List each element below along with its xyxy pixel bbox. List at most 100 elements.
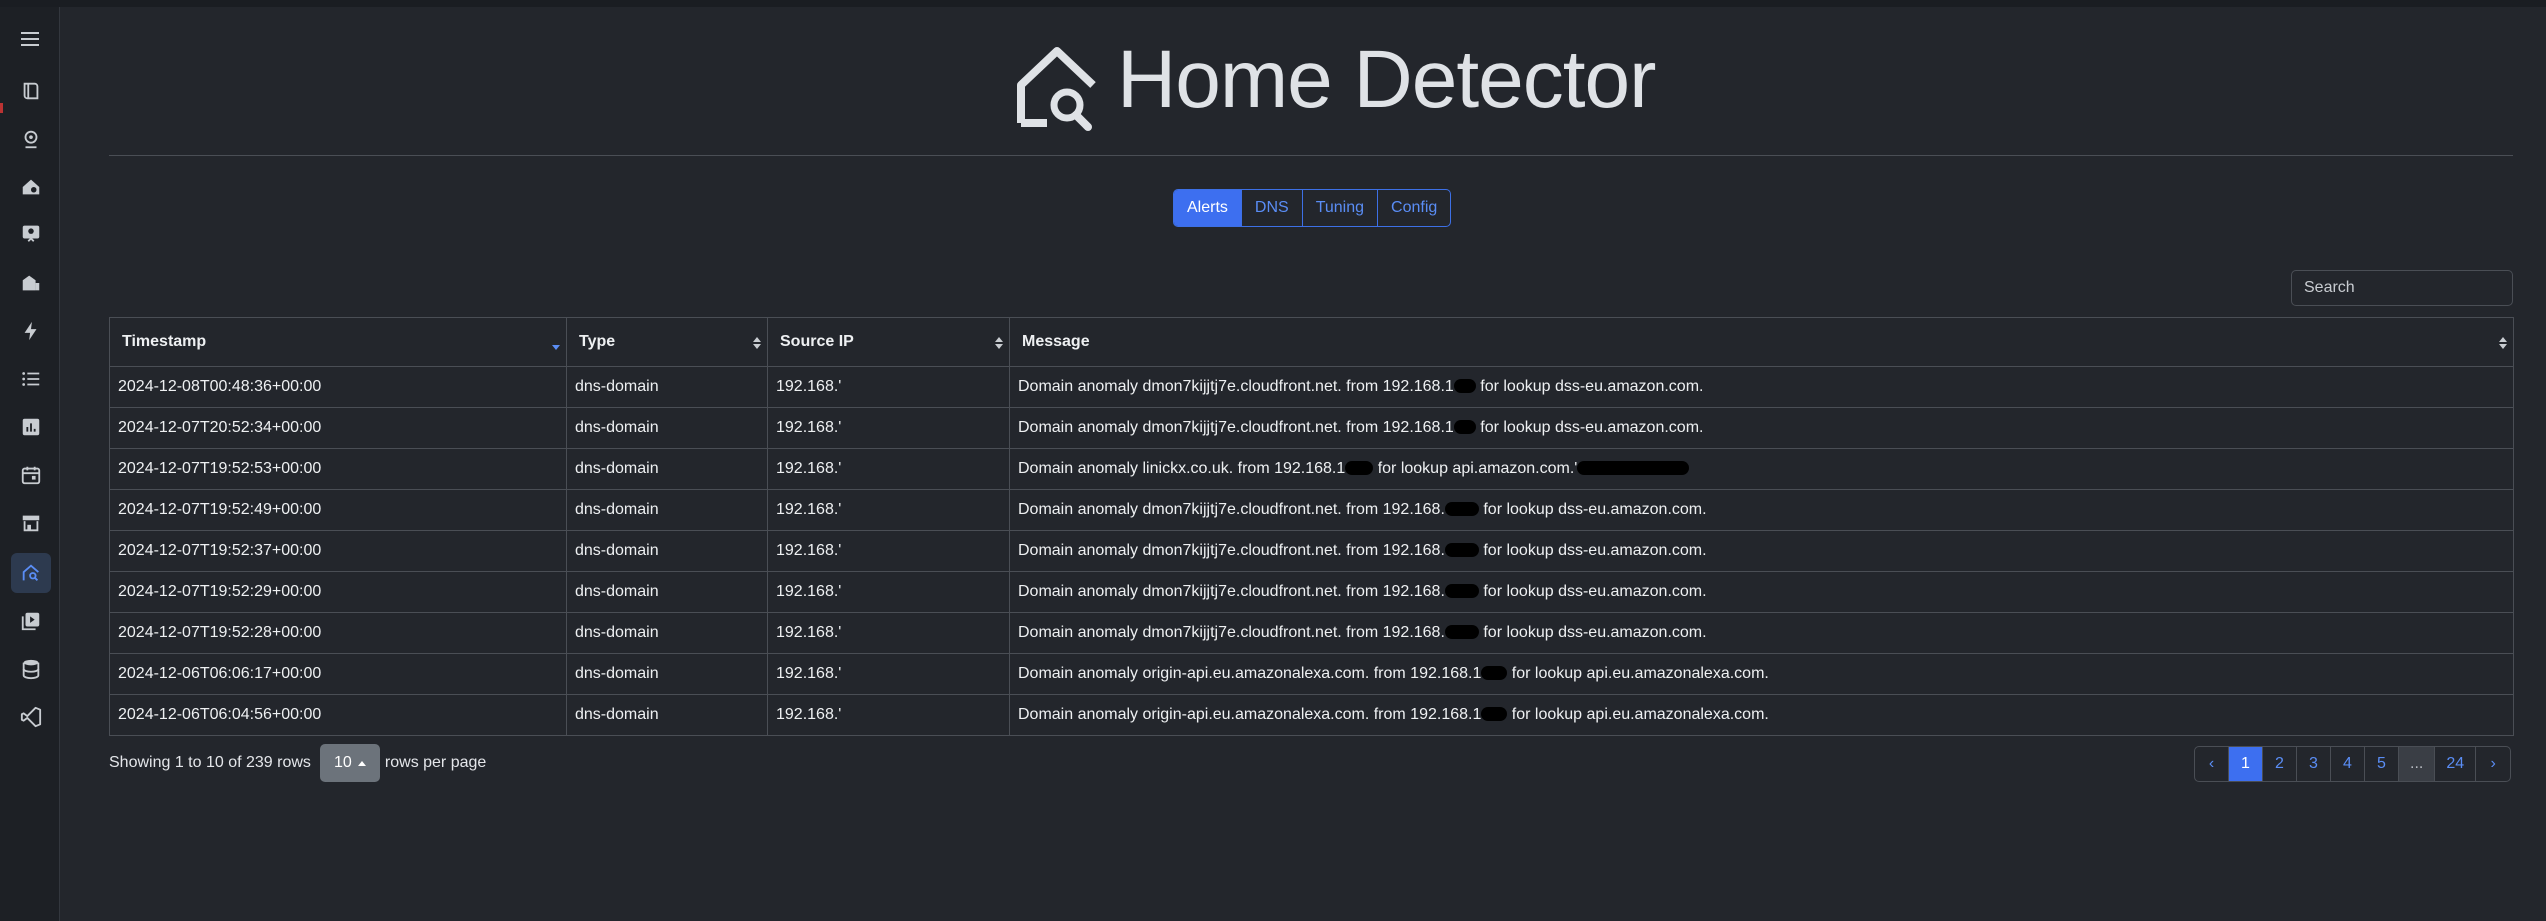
page-button-24[interactable]: 24 (2435, 747, 2477, 781)
lightning-icon (24, 321, 37, 341)
sidebar-item-store[interactable] (11, 503, 51, 543)
search-input[interactable] (2291, 270, 2513, 306)
table-row: 2024-12-07T20:52:34+00:00 dns-domain 192… (109, 407, 2514, 449)
tab-config[interactable]: Config (1378, 190, 1450, 226)
page-button-1[interactable]: 1 (2229, 747, 2263, 781)
sidebar-item-calendar[interactable] (11, 455, 51, 495)
cell-message: Domain anomaly linickx.co.uk. from 192.1… (1009, 448, 2514, 490)
sort-icon (995, 337, 1003, 349)
header-divider (109, 155, 2513, 156)
sidebar-item-webcam[interactable] (11, 119, 51, 159)
sidebar-indicator (0, 103, 3, 113)
redaction (1453, 379, 1476, 393)
column-header-source-ip[interactable]: Source IP (767, 317, 1010, 367)
cell-source-ip: 192.168.' (767, 407, 1010, 449)
webcam-icon (24, 130, 38, 149)
sidebar-item-home-detector[interactable] (11, 553, 51, 593)
redaction (1444, 502, 1479, 516)
page-size-value: 10 (334, 754, 352, 771)
sidebar-item-database[interactable] (11, 649, 51, 689)
pagination: ‹ 1 2 3 4 5 ... 24 › (2194, 746, 2512, 782)
sort-desc-icon (552, 345, 560, 350)
page-size-dropdown[interactable]: 10 (319, 744, 380, 782)
page-header: Home Detector (61, 7, 2546, 157)
column-header-type[interactable]: Type (566, 317, 768, 367)
cell-source-ip: 192.168.' (767, 366, 1010, 408)
page-button-4[interactable]: 4 (2331, 747, 2365, 781)
table-row: 2024-12-07T19:52:28+00:00 dns-domain 192… (109, 612, 2514, 654)
menu-icon[interactable] (18, 27, 42, 51)
sidebar-item-logbook[interactable] (11, 359, 51, 399)
table-footer: Showing 1 to 10 of 239 rows 10 rows per … (109, 744, 486, 782)
cell-timestamp: 2024-12-07T19:52:49+00:00 (109, 489, 567, 531)
cell-timestamp: 2024-12-07T20:52:34+00:00 (109, 407, 567, 449)
cell-type: dns-domain (566, 530, 768, 572)
sidebar-item-book[interactable] (11, 71, 51, 111)
chart-icon (22, 418, 40, 436)
cell-type: dns-domain (566, 694, 768, 736)
cell-source-ip: 192.168.' (767, 571, 1010, 613)
cell-source-ip: 192.168.' (767, 653, 1010, 695)
database-icon (22, 659, 40, 680)
caret-up-icon (357, 760, 366, 766)
cell-message: Domain anomaly dmon7kijjtj7e.cloudfront.… (1009, 407, 2514, 449)
sidebar-item-contact[interactable] (11, 213, 51, 253)
cell-message: Domain anomaly dmon7kijjtj7e.cloudfront.… (1009, 571, 2514, 613)
cell-type: dns-domain (566, 612, 768, 654)
cell-timestamp: 2024-12-07T19:52:29+00:00 (109, 571, 567, 613)
sidebar (0, 7, 60, 921)
cell-source-ip: 192.168.' (767, 612, 1010, 654)
cell-source-ip: 192.168.' (767, 530, 1010, 572)
cell-message: Domain anomaly dmon7kijjtj7e.cloudfront.… (1009, 489, 2514, 531)
sort-icon (2499, 337, 2507, 349)
cell-type: dns-domain (566, 366, 768, 408)
column-header-message[interactable]: Message (1009, 317, 2514, 367)
cell-source-ip: 192.168.' (767, 489, 1010, 531)
cell-type: dns-domain (566, 653, 768, 695)
sidebar-item-history[interactable] (11, 407, 51, 447)
cell-timestamp: 2024-12-06T06:06:17+00:00 (109, 653, 567, 695)
top-bar (0, 0, 2546, 7)
cell-message: Domain anomaly origin-api.eu.amazonalexa… (1009, 653, 2514, 695)
cell-message: Domain anomaly dmon7kijjtj7e.cloudfront.… (1009, 366, 2514, 408)
home-search-icon (22, 564, 39, 581)
cell-timestamp: 2024-12-07T19:52:53+00:00 (109, 448, 567, 490)
tab-tuning[interactable]: Tuning (1303, 190, 1379, 226)
cell-timestamp: 2024-12-07T19:52:37+00:00 (109, 530, 567, 572)
calendar-icon (21, 466, 41, 485)
page-button-3[interactable]: 3 (2297, 747, 2331, 781)
cell-type: dns-domain (566, 489, 768, 531)
page-button-5[interactable]: 5 (2365, 747, 2399, 781)
book-icon (23, 82, 39, 100)
sidebar-item-code[interactable] (11, 697, 51, 737)
table-header-row: Timestamp Type Source IP Message (109, 317, 2514, 367)
redaction (1481, 666, 1508, 680)
tab-dns[interactable]: DNS (1242, 190, 1303, 226)
pagination-info: Showing 1 to 10 of 239 rows (109, 754, 311, 771)
cell-timestamp: 2024-12-07T19:52:28+00:00 (109, 612, 567, 654)
sidebar-item-building[interactable] (11, 263, 51, 303)
sidebar-item-energy[interactable] (11, 311, 51, 351)
redaction (1345, 461, 1374, 475)
table-row: 2024-12-07T19:52:53+00:00 dns-domain 192… (109, 448, 2514, 490)
next-page-button[interactable]: › (2476, 747, 2510, 781)
cell-source-ip: 192.168.' (767, 694, 1010, 736)
cell-timestamp: 2024-12-08T00:48:36+00:00 (109, 366, 567, 408)
column-header-timestamp[interactable]: Timestamp (109, 317, 567, 367)
alerts-table: Timestamp Type Source IP Message 2024-12… (109, 317, 2514, 736)
redaction (1453, 420, 1476, 434)
cell-type: dns-domain (566, 571, 768, 613)
page-ellipsis: ... (2399, 747, 2436, 781)
tab-alerts[interactable]: Alerts (1174, 190, 1242, 226)
home-search-icon (1017, 47, 1096, 131)
cell-message: Domain anomaly dmon7kijjtj7e.cloudfront.… (1009, 530, 2514, 572)
table-row: 2024-12-06T06:04:56+00:00 dns-domain 192… (109, 694, 2514, 736)
store-icon (22, 515, 40, 532)
page-button-2[interactable]: 2 (2263, 747, 2297, 781)
prev-page-button[interactable]: ‹ (2195, 747, 2229, 781)
sidebar-item-media[interactable] (11, 601, 51, 641)
home-automation-icon (22, 179, 40, 195)
cell-message: Domain anomaly dmon7kijjtj7e.cloudfront.… (1009, 612, 2514, 654)
redaction (1481, 707, 1508, 721)
sidebar-item-home-automation[interactable] (11, 167, 51, 207)
